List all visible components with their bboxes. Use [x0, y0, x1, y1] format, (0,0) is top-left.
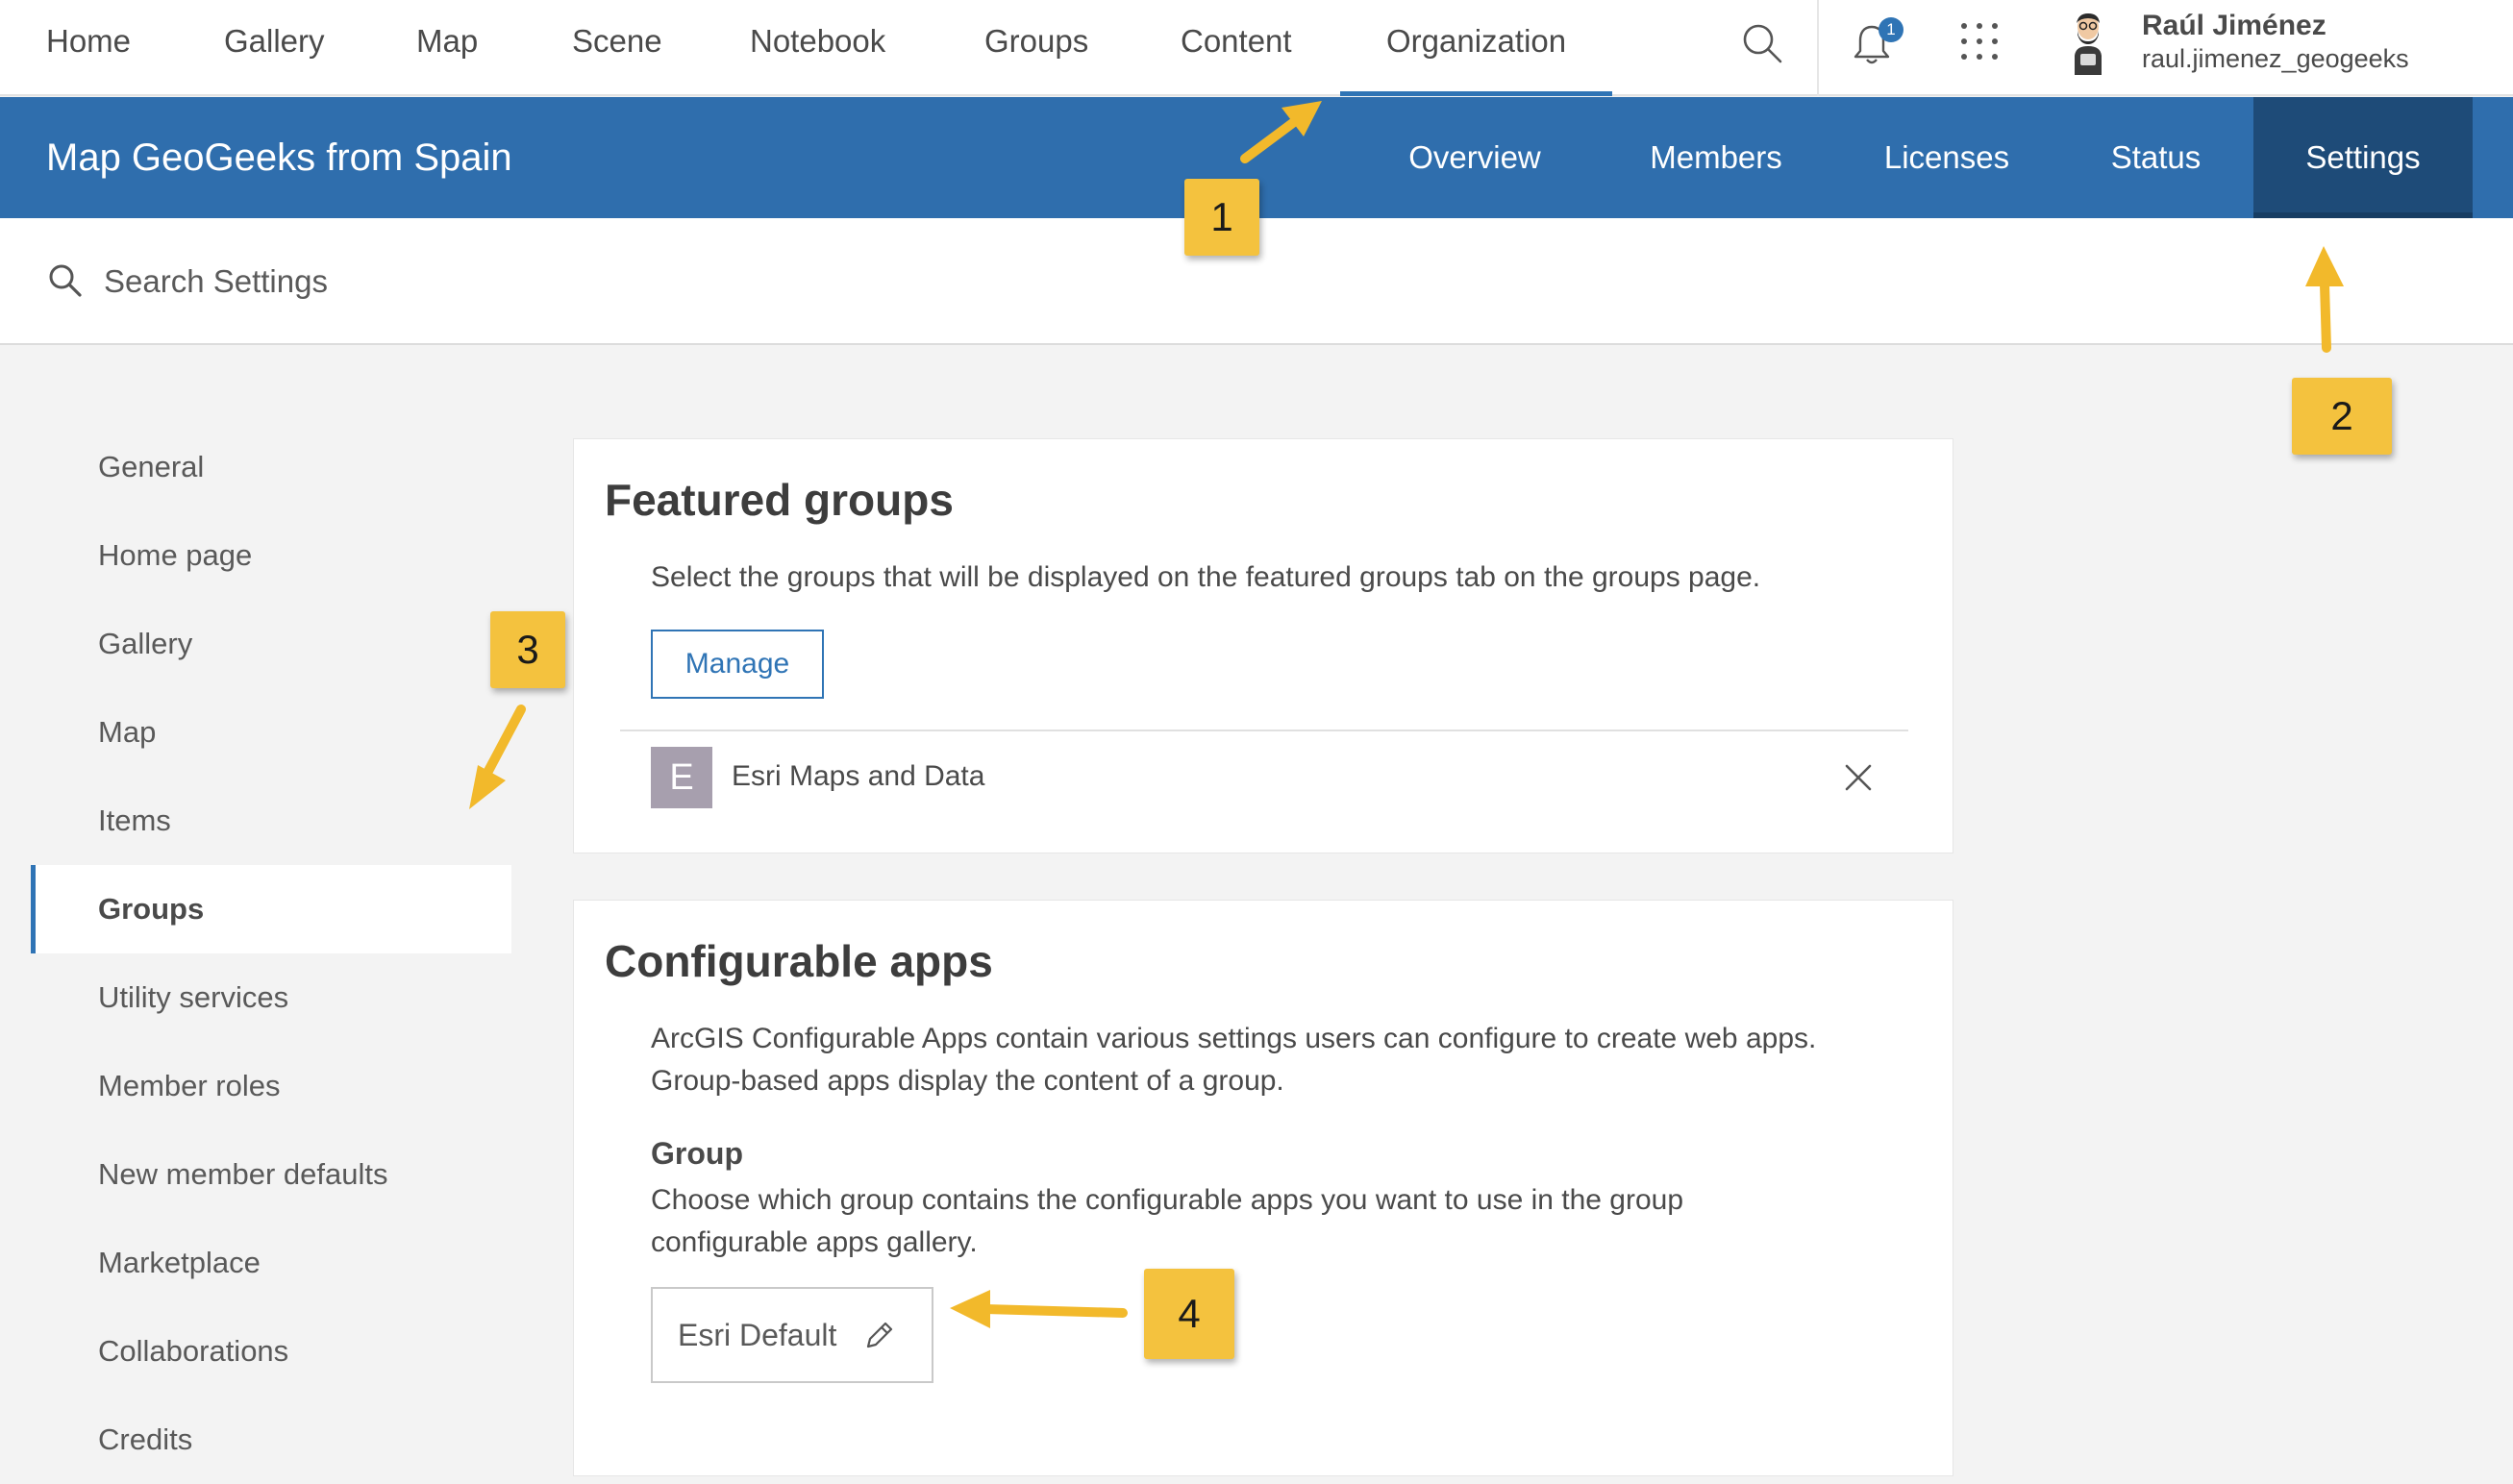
row-divider [620, 730, 1908, 731]
top-navigation: Home Gallery Map Scene Notebook Groups C… [0, 0, 2513, 96]
group-description-1: Choose which group contains the configur… [651, 1184, 1684, 1216]
featured-groups-card: Featured groups Select the groups that w… [573, 438, 1953, 853]
nav-divider [1817, 0, 1819, 96]
section-title-configurable-apps: Configurable apps [605, 936, 993, 986]
nav-gallery[interactable]: Gallery [224, 0, 325, 96]
nav-groups[interactable]: Groups [984, 0, 1088, 96]
sidebar-item-gallery[interactable]: Gallery [31, 600, 511, 688]
avatar[interactable] [2067, 12, 2109, 75]
section-title-featured-groups: Featured groups [605, 475, 954, 525]
sidebar-item-map[interactable]: Map [31, 688, 511, 777]
nav-map[interactable]: Map [416, 0, 478, 96]
nav-organization[interactable]: Organization [1339, 0, 1613, 96]
sidebar-item-home-page[interactable]: Home page [31, 511, 511, 600]
nav-content[interactable]: Content [1181, 0, 1292, 96]
pencil-icon[interactable] [862, 1318, 897, 1352]
nav-home[interactable]: Home [46, 0, 131, 96]
sidebar-item-groups[interactable]: Groups [31, 865, 511, 953]
featured-groups-description: Select the groups that will be displayed… [651, 561, 1761, 593]
callout-1: 1 [1184, 179, 1259, 256]
page-title: Map GeoGeeks from Spain [46, 136, 512, 179]
configurable-apps-description-1: ArcGIS Configurable Apps contain various… [651, 1023, 1817, 1054]
sidebar-item-items[interactable]: Items [31, 777, 511, 865]
sidebar-item-credits[interactable]: Credits [31, 1396, 511, 1484]
group-selector-value: Esri Default [678, 1318, 837, 1352]
group-description-2: configurable apps gallery. [651, 1226, 978, 1258]
close-icon[interactable] [1841, 760, 1876, 795]
configurable-apps-description-2: Group-based apps display the content of … [651, 1065, 1284, 1097]
tab-status[interactable]: Status [2077, 97, 2235, 218]
sidebar-item-general[interactable]: General [31, 423, 511, 511]
tab-members[interactable]: Members [1615, 97, 1817, 218]
settings-search-input[interactable] [102, 247, 875, 316]
sidebar-item-utility-services[interactable]: Utility services [31, 953, 511, 1042]
callout-2: 2 [2292, 378, 2392, 455]
sidebar-item-member-roles[interactable]: Member roles [31, 1042, 511, 1130]
notification-badge: 1 [1879, 17, 1903, 42]
group-selector[interactable]: Esri Default [651, 1287, 933, 1383]
group-label: Group [651, 1136, 743, 1171]
search-icon [49, 264, 82, 297]
nav-notebook[interactable]: Notebook [750, 0, 885, 96]
manage-button[interactable]: Manage [651, 630, 824, 699]
user-handle: raul.jimenez_geogeeks [2142, 44, 2409, 73]
nav-scene[interactable]: Scene [572, 0, 662, 96]
callout-4: 4 [1144, 1269, 1234, 1359]
app-launcher-icon[interactable] [1955, 17, 2003, 65]
tab-settings[interactable]: Settings [2253, 97, 2473, 218]
sidebar-item-marketplace[interactable]: Marketplace [31, 1219, 511, 1307]
tab-overview[interactable]: Overview [1379, 97, 1571, 218]
configurable-apps-card: Configurable apps ArcGIS Configurable Ap… [573, 900, 1953, 1476]
user-name[interactable]: Raúl Jiménez [2142, 10, 2326, 42]
callout-3: 3 [490, 611, 565, 688]
tab-licenses[interactable]: Licenses [1855, 97, 2038, 218]
group-name: Esri Maps and Data [732, 760, 985, 792]
search-icon[interactable] [1738, 19, 1786, 67]
sidebar-item-collaborations[interactable]: Collaborations [31, 1307, 511, 1396]
group-thumbnail: E [651, 747, 712, 808]
sidebar-item-new-member-defaults[interactable]: New member defaults [31, 1130, 511, 1219]
